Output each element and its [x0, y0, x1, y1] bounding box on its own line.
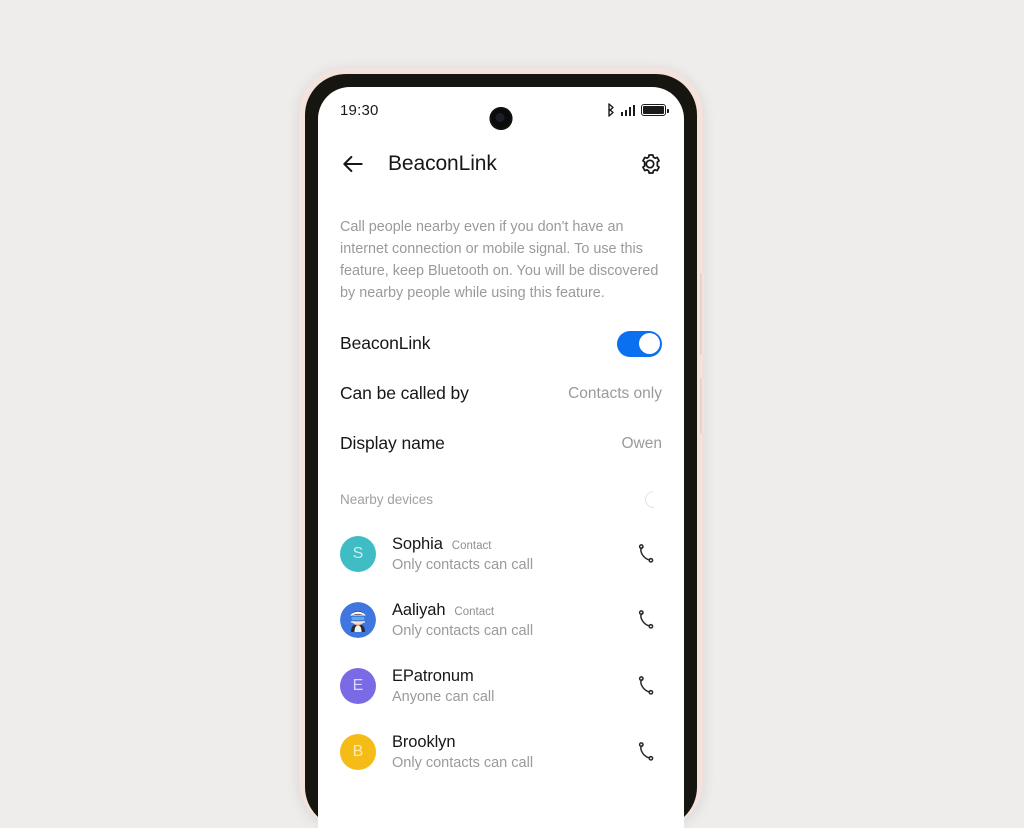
settings-row-label: BeaconLink [340, 333, 431, 354]
list-item[interactable]: Aaliyah Contact Only contacts can call [340, 587, 662, 653]
device-info: Brooklyn Only contacts can call [392, 733, 634, 771]
nearby-devices-list: S Sophia Contact Only contacts can call [318, 521, 684, 785]
device-info: EPatronum Anyone can call [392, 667, 634, 705]
front-camera-icon [489, 107, 513, 130]
device-name-line: Sophia Contact [392, 535, 634, 554]
avatar [340, 601, 376, 638]
phone-call-icon[interactable] [634, 674, 658, 698]
device-name-line: Aaliyah Contact [392, 601, 634, 620]
device-name-line: Brooklyn [392, 733, 634, 752]
nearby-devices-header: Nearby devices [318, 487, 684, 513]
list-item[interactable]: E EPatronum Anyone can call [340, 653, 662, 719]
avatar-initial: E [352, 676, 364, 694]
list-item[interactable]: B Brooklyn Only contacts can call [340, 719, 662, 785]
status-bar-clock: 19:30 [340, 101, 379, 119]
device-name: Sophia [392, 534, 443, 553]
status-bar-icons [604, 103, 669, 117]
beaconlink-toggle[interactable] [617, 330, 662, 357]
settings-row-display-name[interactable]: Display name Owen [340, 419, 662, 469]
settings-row-value: Owen [621, 434, 663, 452]
page-title: BeaconLink [388, 152, 497, 175]
device-info: Aaliyah Contact Only contacts can call [392, 601, 634, 639]
settings-list: BeaconLink Can be called by Contacts onl… [318, 319, 684, 469]
toggle-knob [638, 333, 660, 355]
phone-call-icon[interactable] [634, 608, 658, 632]
cellular-signal-icon [620, 104, 635, 116]
settings-row-value: Contacts only [568, 384, 662, 402]
device-subtitle: Only contacts can call [392, 556, 534, 573]
avatar-initial: B [352, 742, 364, 760]
contact-tag: Contact [454, 605, 495, 618]
back-arrow-icon[interactable] [340, 151, 366, 177]
phone-call-icon[interactable] [634, 542, 658, 566]
device-subtitle: Only contacts can call [392, 754, 534, 771]
avatar: E [340, 667, 376, 704]
settings-row-label: Display name [340, 433, 445, 454]
settings-row-beaconlink[interactable]: BeaconLink [340, 319, 662, 369]
list-item[interactable]: S Sophia Contact Only contacts can call [340, 521, 662, 587]
avatar-photo [340, 601, 376, 638]
bluetooth-icon [607, 103, 614, 117]
settings-row-label: Can be called by [340, 383, 469, 404]
settings-row-can-be-called-by[interactable]: Can be called by Contacts only [340, 369, 662, 419]
phone-bezel: 19:30 BeaconLink Call people nearby even… [305, 74, 697, 828]
feature-description: Call people nearby even if you don't hav… [340, 219, 659, 301]
avatar: S [340, 535, 376, 572]
loading-spinner-icon [641, 487, 666, 512]
device-subtitle: Only contacts can call [392, 622, 534, 639]
power-button[interactable] [700, 378, 704, 434]
device-subtitle: Anyone can call [392, 688, 495, 705]
app-bar: BeaconLink [318, 133, 684, 195]
device-info: Sophia Contact Only contacts can call [392, 535, 634, 573]
avatar-initial: S [352, 544, 364, 562]
gear-icon[interactable] [638, 152, 662, 176]
device-name: Brooklyn [392, 732, 456, 751]
device-name: EPatronum [392, 666, 474, 685]
volume-button[interactable] [700, 273, 704, 355]
phone-screen: 19:30 BeaconLink Call people nearby even… [318, 87, 684, 828]
device-name-line: EPatronum [392, 667, 634, 686]
avatar: B [340, 733, 376, 770]
contact-tag: Contact [451, 539, 492, 552]
nearby-devices-label: Nearby devices [340, 492, 434, 508]
phone-call-icon[interactable] [634, 740, 658, 764]
battery-full-icon [641, 104, 669, 116]
device-name: Aaliyah [392, 600, 446, 619]
phone-device-frame: 19:30 BeaconLink Call people nearby even… [299, 68, 704, 828]
